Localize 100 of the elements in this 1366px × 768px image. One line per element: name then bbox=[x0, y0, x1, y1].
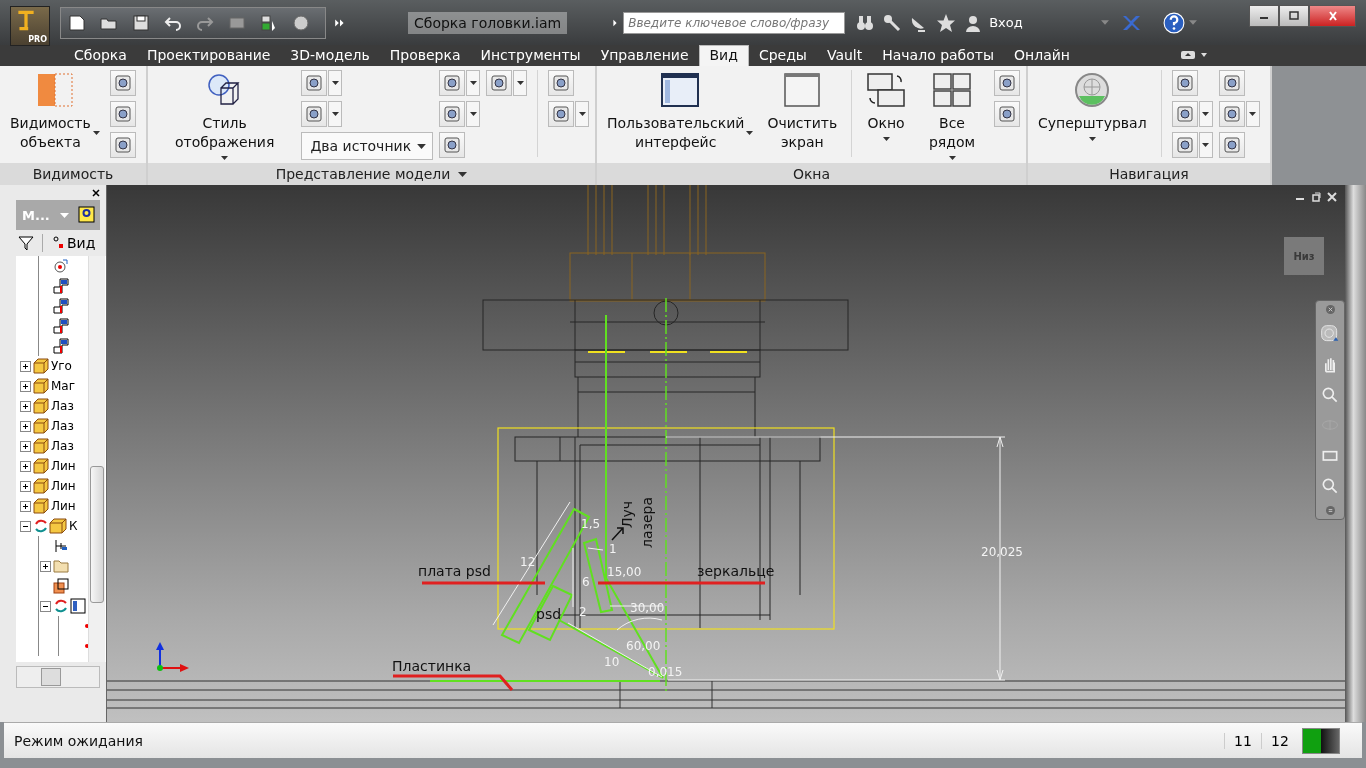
application-menu-button[interactable]: PRO bbox=[10, 5, 50, 46]
expand-toggle[interactable] bbox=[20, 420, 31, 432]
tree-item[interactable]: Лаз bbox=[51, 399, 74, 413]
search-field[interactable]: Введите ключевое слово/фразу bbox=[623, 11, 846, 34]
work-point-icon bbox=[53, 258, 69, 274]
ribbon-button[interactable]: Суперштурвал bbox=[1034, 70, 1151, 143]
annotation-text: лазера bbox=[639, 496, 655, 548]
ribbon-tab[interactable]: Онлайн bbox=[1004, 46, 1080, 66]
ribbon-button[interactable]: Видимость объекта bbox=[6, 70, 104, 154]
ribbon-button[interactable]: Все рядом bbox=[916, 70, 988, 162]
tree-item[interactable]: Лаз bbox=[51, 439, 74, 453]
key-icon[interactable] bbox=[882, 12, 903, 33]
ribbon-tab[interactable]: Начало работы bbox=[872, 46, 1005, 66]
ribbon-tab[interactable]: Среды bbox=[748, 46, 817, 66]
panel-title: Видимость bbox=[32, 166, 114, 182]
annotation-text: psd bbox=[536, 606, 562, 622]
tree-item[interactable]: Лин bbox=[51, 479, 76, 493]
tree-item[interactable]: К bbox=[69, 519, 78, 533]
help-icon[interactable] bbox=[78, 206, 96, 224]
sign-in-button[interactable]: Вход bbox=[989, 15, 1098, 30]
dimension-label: 1 bbox=[609, 542, 617, 556]
lighting-dropdown[interactable]: Два источник bbox=[301, 132, 434, 160]
constraint-icon bbox=[53, 298, 69, 314]
clear-screen-icon bbox=[782, 72, 823, 108]
view-button[interactable]: Вид bbox=[51, 235, 96, 251]
expand-toggle[interactable] bbox=[20, 440, 31, 452]
minimize-ribbon-icon[interactable] bbox=[1180, 50, 1210, 60]
ribbon-button[interactable]: Пользовательский интерфейс bbox=[603, 70, 758, 154]
ribbon-tab[interactable]: Vault bbox=[816, 46, 873, 66]
expand-toggle[interactable] bbox=[20, 460, 31, 472]
scrollbar[interactable] bbox=[1345, 185, 1366, 722]
caret-icon bbox=[417, 143, 427, 149]
annotation-text: зеркальце bbox=[697, 563, 775, 579]
tree-item[interactable]: Уго bbox=[51, 359, 72, 373]
part-icon bbox=[33, 358, 49, 374]
expand-toggle[interactable] bbox=[20, 520, 31, 532]
dropdown-arrow-icon[interactable] bbox=[746, 131, 754, 135]
ribbon-tab[interactable]: Инструменты bbox=[470, 46, 591, 66]
ribbon-tab[interactable]: Проверка bbox=[379, 46, 471, 66]
new-file-icon[interactable] bbox=[67, 12, 87, 33]
part-icon bbox=[33, 398, 49, 414]
filter-icon[interactable] bbox=[18, 235, 34, 251]
expand-toggle[interactable] bbox=[40, 600, 51, 612]
coordinate-axes-icon bbox=[156, 642, 189, 672]
annotation-text: Луч bbox=[619, 500, 635, 528]
ribbon-tab[interactable]: Проектирование bbox=[136, 46, 281, 66]
tree-item[interactable]: Маг bbox=[51, 379, 75, 393]
ribbon-tab[interactable]: Сборка bbox=[64, 46, 137, 66]
dropdown-arrow-icon[interactable] bbox=[92, 131, 100, 135]
close-icon[interactable] bbox=[92, 188, 100, 197]
tree-item[interactable]: Лин bbox=[51, 499, 76, 513]
dropdown-arrow-icon[interactable] bbox=[948, 156, 956, 160]
ribbon-button[interactable]: Окно bbox=[862, 70, 911, 143]
expand-toggle[interactable] bbox=[20, 380, 31, 392]
dropdown-arrow-icon[interactable] bbox=[221, 156, 229, 160]
derived-part-icon bbox=[53, 578, 69, 594]
panel-title: Навигация bbox=[1109, 166, 1189, 182]
caret-icon[interactable] bbox=[458, 171, 468, 177]
scrollbar[interactable] bbox=[16, 666, 100, 688]
dimension-label: 20,025 bbox=[981, 545, 1023, 559]
minimize-button[interactable] bbox=[1249, 5, 1279, 27]
dimension-label: 30,00 bbox=[630, 601, 665, 615]
dimension-label: 12 bbox=[520, 555, 536, 569]
maximize-button[interactable] bbox=[1279, 5, 1309, 27]
save-icon[interactable] bbox=[131, 12, 151, 33]
annotation-text: Пластинка bbox=[392, 658, 472, 674]
part-icon bbox=[33, 438, 49, 454]
ribbon-tab[interactable]: Управление bbox=[590, 46, 699, 66]
tree-item[interactable]: Лаз bbox=[51, 419, 74, 433]
menu-icon[interactable] bbox=[1325, 505, 1335, 515]
part-icon bbox=[33, 378, 49, 394]
tree-item[interactable]: Лин bbox=[51, 459, 76, 473]
close-button[interactable] bbox=[1309, 5, 1356, 27]
expand-toggle[interactable] bbox=[20, 500, 31, 512]
expand-toggle[interactable] bbox=[20, 400, 31, 412]
dimension-label: 6 bbox=[582, 575, 590, 589]
dropdown-arrow-icon[interactable] bbox=[1088, 137, 1096, 141]
adaptive-joint-icon bbox=[53, 598, 87, 614]
ribbon-tab[interactable]: Вид bbox=[698, 45, 749, 66]
view-icon bbox=[51, 236, 65, 250]
star-icon[interactable] bbox=[936, 12, 957, 33]
dimension-label: 15,00 bbox=[607, 565, 642, 579]
status-counter: 12 bbox=[1261, 732, 1298, 749]
dropdown-arrow-icon[interactable] bbox=[882, 137, 890, 141]
expand-toggle[interactable] bbox=[40, 560, 51, 572]
scrollbar[interactable] bbox=[88, 256, 105, 662]
constraint-icon bbox=[53, 338, 69, 354]
interface-window-icon bbox=[660, 72, 701, 108]
ribbon-button[interactable]: Стиль отображения bbox=[154, 70, 296, 162]
restore-icon[interactable] bbox=[1311, 192, 1321, 202]
window-title: Сборка головки.iam bbox=[408, 11, 568, 34]
ribbon-button[interactable]: Очистить экран bbox=[763, 70, 842, 154]
constraint-mark-icon bbox=[85, 624, 88, 628]
constraint-mark-icon bbox=[85, 644, 88, 648]
annotation-text: плата psd bbox=[418, 563, 491, 579]
expand-toggle[interactable] bbox=[20, 480, 31, 492]
app-logo bbox=[15, 8, 37, 33]
ribbon-tab[interactable]: 3D-модель bbox=[280, 46, 380, 66]
part-icon bbox=[33, 418, 49, 434]
expand-toggle[interactable] bbox=[20, 360, 31, 372]
